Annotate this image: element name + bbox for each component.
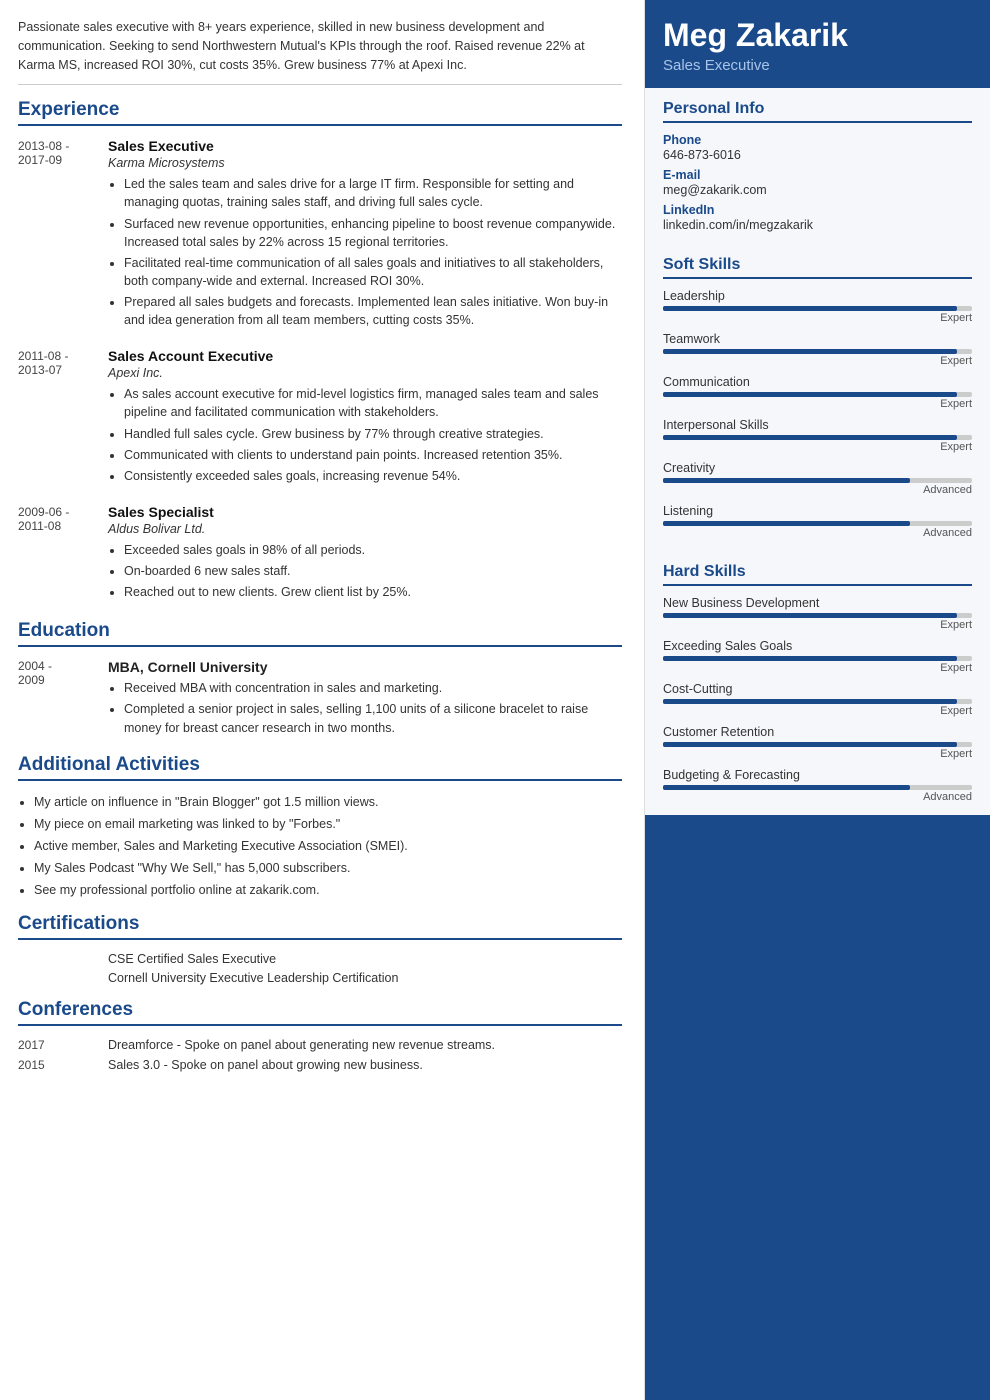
exp-title-3: Sales Specialist [108,504,622,520]
bullet: Handled full sales cycle. Grew business … [124,425,622,443]
exp-dates-2: 2011-08 - 2013-07 [18,348,108,488]
exp-dates-1: 2013-08 - 2017-09 [18,138,108,332]
phone-label: Phone [663,133,972,147]
bullet: Led the sales team and sales drive for a… [124,175,622,211]
additional-bullets: My article on influence in "Brain Blogge… [18,793,622,900]
bullet: Reached out to new clients. Grew client … [124,583,622,601]
edu-degree-1: MBA, Cornell University [108,659,622,675]
cert-item: Cornell University Executive Leadership … [108,971,622,985]
exp-entry-3: 2009-06 - 2011-08 Sales Specialist Aldus… [18,504,622,604]
bullet: See my professional portfolio online at … [34,881,622,899]
right-column: Meg Zakarik Sales Executive Personal Inf… [645,0,990,1400]
skill-creativity: Creativity Advanced [663,461,972,496]
summary: Passionate sales executive with 8+ years… [18,18,622,85]
skill-budgeting: Budgeting & Forecasting Advanced [663,768,972,803]
phone-value: 646-873-6016 [663,148,972,162]
exp-company-2: Apexi Inc. [108,366,622,380]
exp-company-3: Aldus Bolivar Ltd. [108,522,622,536]
education-section: Education 2004 - 2009 MBA, Cornell Unive… [18,620,622,739]
bullet: Surfaced new revenue opportunities, enha… [124,215,622,251]
cert-item: CSE Certified Sales Executive [108,952,622,966]
skill-new-biz: New Business Development Expert [663,596,972,631]
skill-leadership: Leadership Expert [663,289,972,324]
linkedin-value: linkedin.com/in/megzakarik [663,218,972,232]
exp-dates-3: 2009-06 - 2011-08 [18,504,108,604]
exp-bullets-1: Led the sales team and sales drive for a… [108,175,622,329]
edu-dates-1: 2004 - 2009 [18,659,108,739]
edu-bullets-1: Received MBA with concentration in sales… [108,679,622,736]
bullet: My article on influence in "Brain Blogge… [34,793,622,811]
conf-year-2: 2015 [18,1058,108,1072]
skill-exceeding-sales: Exceeding Sales Goals Expert [663,639,972,674]
personal-info-section: Personal Info Phone 646-873-6016 E-mail … [645,88,990,244]
conferences-title: Conferences [18,999,622,1026]
certifications-section: Certifications CSE Certified Sales Execu… [18,913,622,985]
candidate-title: Sales Executive [663,57,972,74]
hard-skills-title: Hard Skills [663,563,972,586]
exp-bullets-3: Exceeded sales goals in 98% of all perio… [108,541,622,601]
candidate-name: Meg Zakarik [663,18,972,53]
experience-section: Experience 2013-08 - 2017-09 Sales Execu… [18,99,622,604]
edu-entry-1: 2004 - 2009 MBA, Cornell University Rece… [18,659,622,739]
right-header: Meg Zakarik Sales Executive [645,0,990,88]
linkedin-label: LinkedIn [663,203,972,217]
bullet: Completed a senior project in sales, sel… [124,700,622,736]
education-title: Education [18,620,622,647]
soft-skills-section: Soft Skills Leadership Expert Teamwork E… [645,244,990,551]
bullet: Received MBA with concentration in sales… [124,679,622,697]
skill-customer-retention: Customer Retention Expert [663,725,972,760]
exp-entry-1: 2013-08 - 2017-09 Sales Executive Karma … [18,138,622,332]
left-column: Passionate sales executive with 8+ years… [0,0,645,1400]
bullet: On-boarded 6 new sales staff. [124,562,622,580]
exp-bullets-2: As sales account executive for mid-level… [108,385,622,485]
personal-info-title: Personal Info [663,100,972,123]
conf-desc-1: Dreamforce - Spoke on panel about genera… [108,1038,622,1052]
conferences-section: Conferences 2017 Dreamforce - Spoke on p… [18,999,622,1072]
conf-entry-1: 2017 Dreamforce - Spoke on panel about g… [18,1038,622,1052]
experience-title: Experience [18,99,622,126]
bullet: As sales account executive for mid-level… [124,385,622,421]
bullet: My piece on email marketing was linked t… [34,815,622,833]
skill-interpersonal: Interpersonal Skills Expert [663,418,972,453]
bullet: Facilitated real-time communication of a… [124,254,622,290]
bullet: Consistently exceeded sales goals, incre… [124,467,622,485]
resume-page: Passionate sales executive with 8+ years… [0,0,990,1400]
exp-company-1: Karma Microsystems [108,156,622,170]
cert-list: CSE Certified Sales Executive Cornell Un… [108,952,622,985]
skill-communication: Communication Expert [663,375,972,410]
soft-skills-title: Soft Skills [663,256,972,279]
additional-title: Additional Activities [18,754,622,781]
hard-skills-section: Hard Skills New Business Development Exp… [645,551,990,815]
skill-cost-cutting: Cost-Cutting Expert [663,682,972,717]
email-label: E-mail [663,168,972,182]
exp-entry-2: 2011-08 - 2013-07 Sales Account Executiv… [18,348,622,488]
bullet: Exceeded sales goals in 98% of all perio… [124,541,622,559]
conf-desc-2: Sales 3.0 - Spoke on panel about growing… [108,1058,622,1072]
conf-year-1: 2017 [18,1038,108,1052]
certifications-title: Certifications [18,913,622,940]
exp-title-2: Sales Account Executive [108,348,622,364]
conf-entry-2: 2015 Sales 3.0 - Spoke on panel about gr… [18,1058,622,1072]
exp-title-1: Sales Executive [108,138,622,154]
bullet: Communicated with clients to understand … [124,446,622,464]
bullet: Active member, Sales and Marketing Execu… [34,837,622,855]
email-value: meg@zakarik.com [663,183,972,197]
bullet: My Sales Podcast "Why We Sell," has 5,00… [34,859,622,877]
skill-listening: Listening Advanced [663,504,972,539]
additional-section: Additional Activities My article on infl… [18,754,622,900]
bullet: Prepared all sales budgets and forecasts… [124,293,622,329]
skill-teamwork: Teamwork Expert [663,332,972,367]
